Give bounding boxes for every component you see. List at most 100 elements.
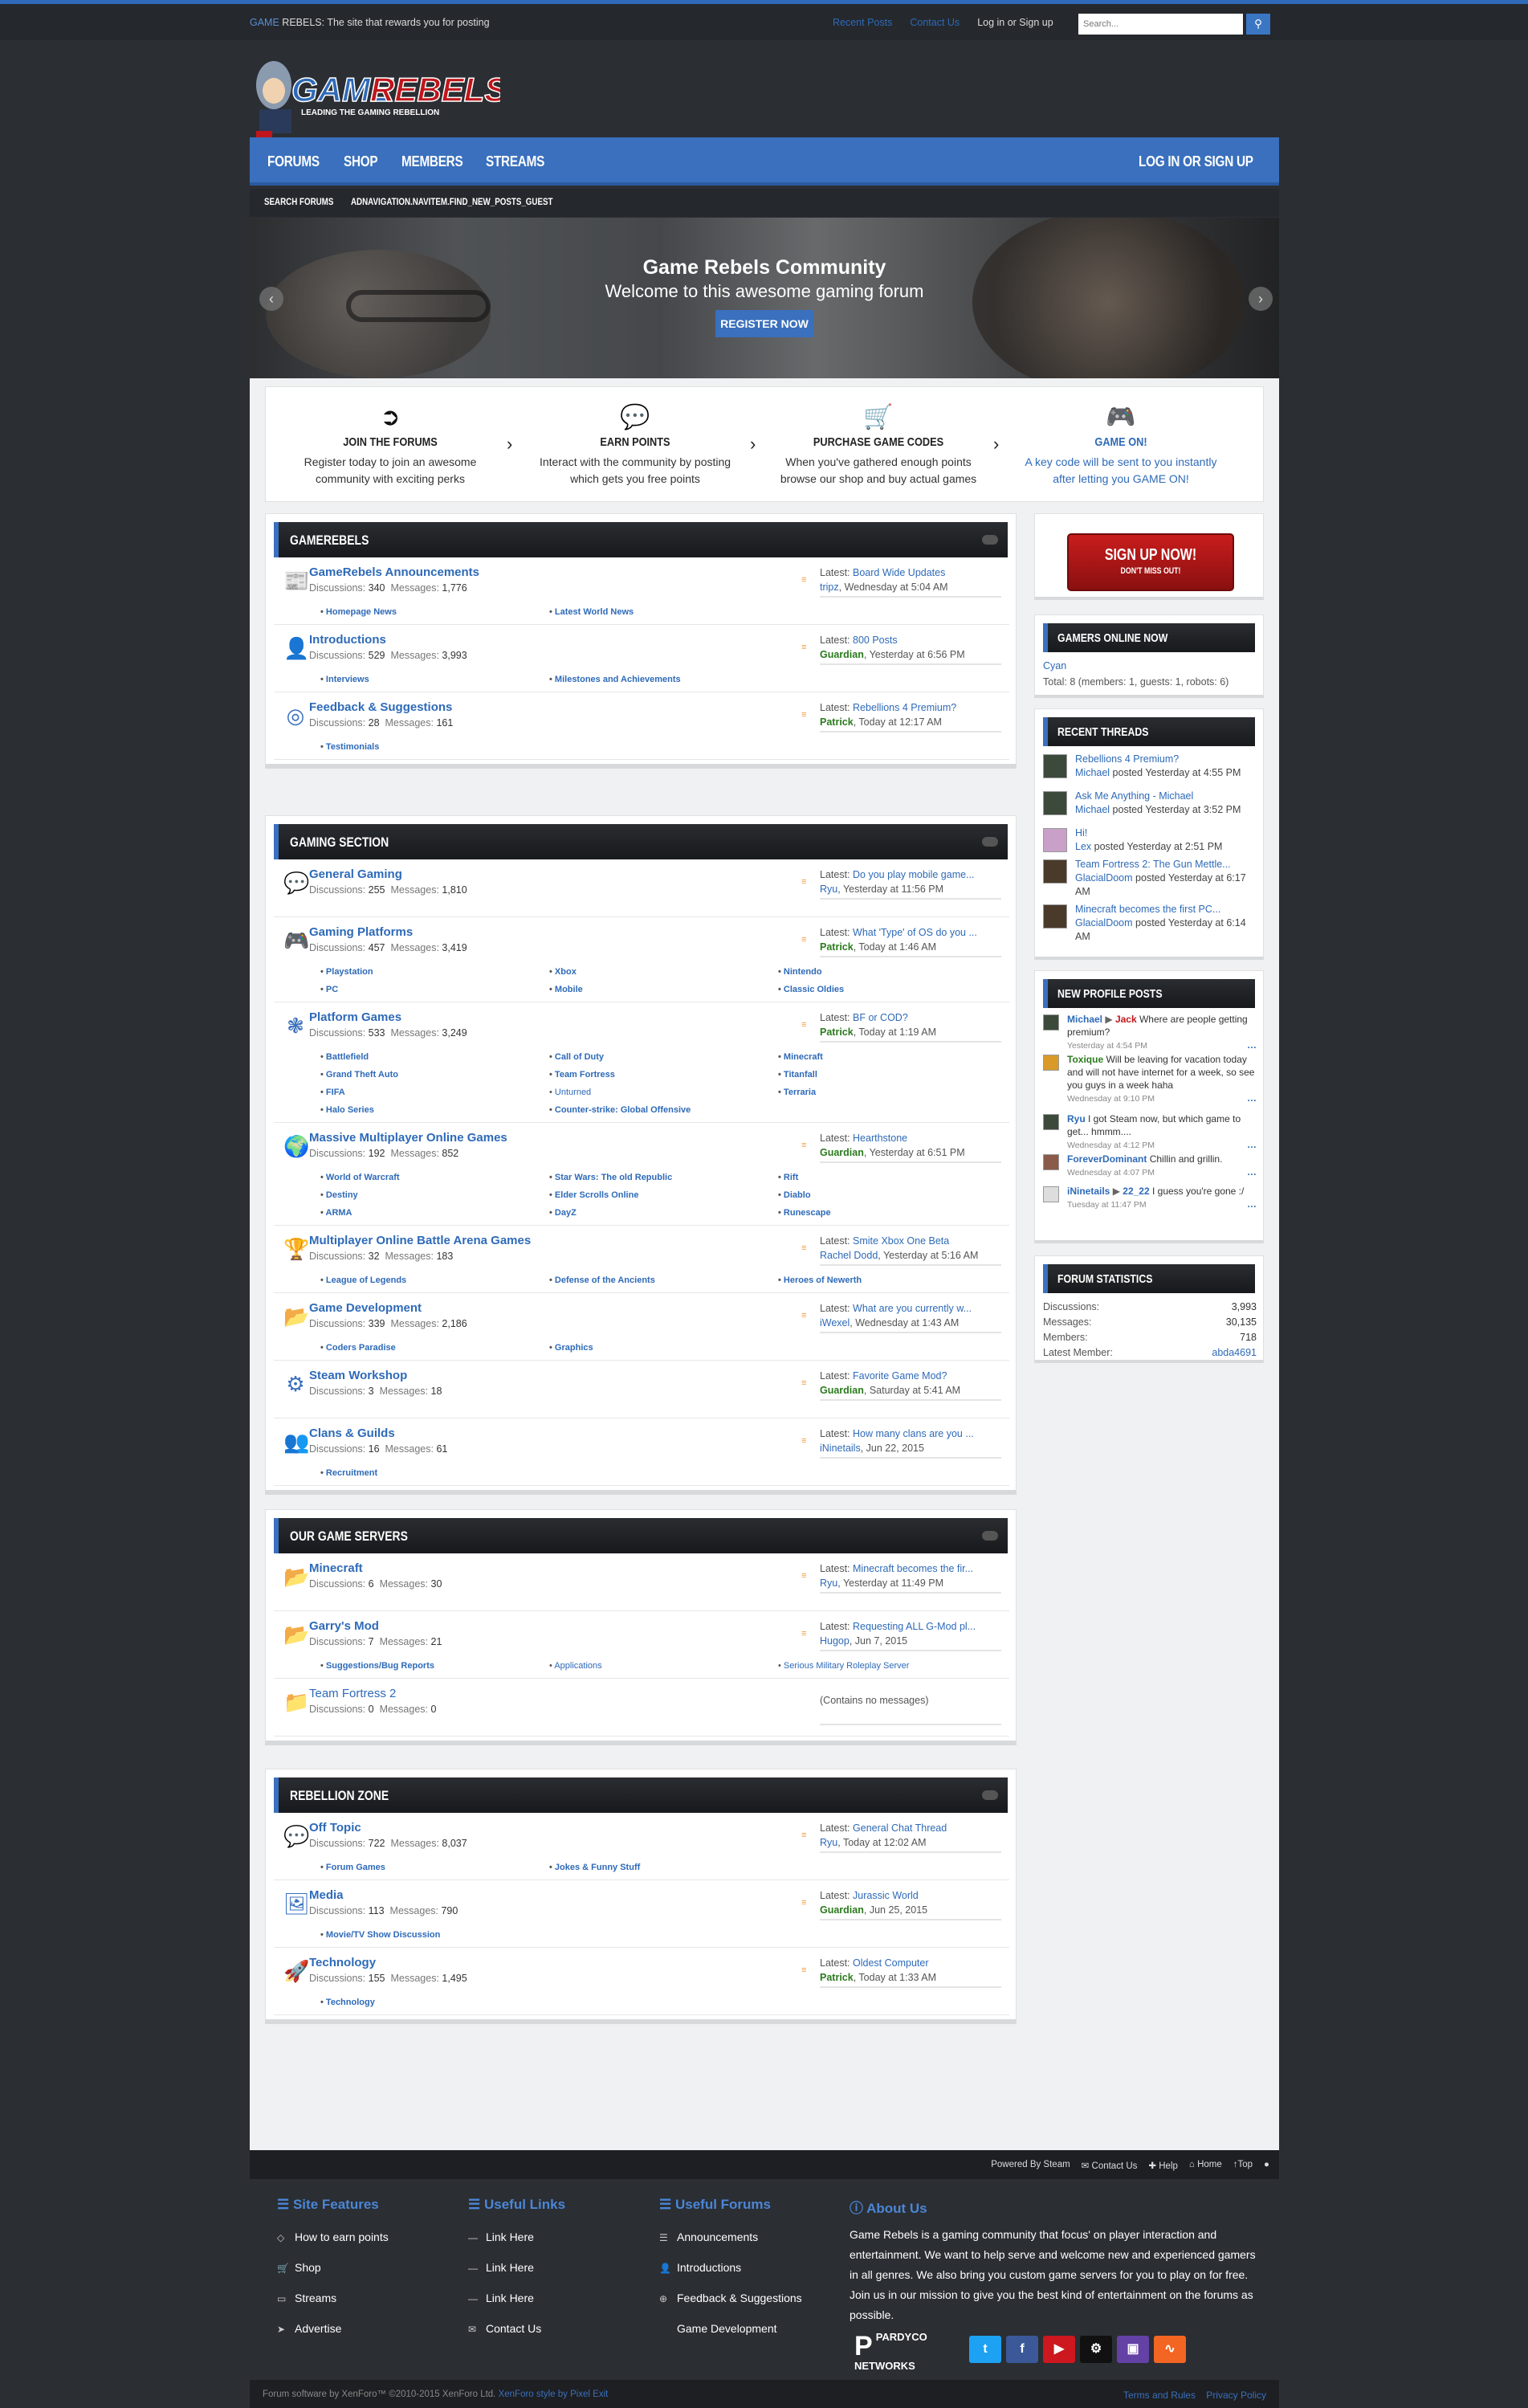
subforum-link[interactable]: DayZ xyxy=(549,1208,577,1218)
subforum-link[interactable]: Unturned xyxy=(549,1088,591,1097)
subforum-link[interactable]: Rift xyxy=(778,1173,798,1182)
nav-streams[interactable]: STREAMS xyxy=(486,153,544,170)
avatar[interactable] xyxy=(1043,1186,1059,1202)
forum-title-link[interactable]: Introductions xyxy=(309,633,386,647)
forum-title-link[interactable]: Technology xyxy=(309,1956,376,1969)
subforum-link[interactable]: World of Warcraft xyxy=(320,1173,400,1182)
collapse-toggle-icon[interactable] xyxy=(982,1531,998,1541)
latest-user-link[interactable]: Patrick xyxy=(820,1972,854,1983)
rss-icon[interactable]: ≡ xyxy=(801,1830,809,1840)
more-options-icon[interactable]: … xyxy=(1247,1039,1257,1051)
subnav-find-new-posts[interactable]: ADNAVIGATION.NAVITEM.FIND_NEW_POSTS_GUES… xyxy=(351,198,552,207)
facebook-icon[interactable]: f xyxy=(1006,2336,1038,2363)
subforum-link[interactable]: Team Fortress xyxy=(549,1070,615,1080)
nav-login-signup[interactable]: LOG IN OR SIGN UP xyxy=(1139,153,1253,170)
search-input[interactable] xyxy=(1078,14,1243,35)
thread-title-link[interactable]: Hi! xyxy=(1075,827,1087,839)
bottom-contact[interactable]: ✉ Contact Us xyxy=(1082,2160,1138,2171)
rss-icon[interactable]: ≡ xyxy=(801,1965,809,1975)
subforum-link[interactable]: Terraria xyxy=(778,1088,816,1097)
subforum-link[interactable]: Destiny xyxy=(320,1190,358,1200)
subforum-link[interactable]: Grand Theft Auto xyxy=(320,1070,398,1080)
subforum-link[interactable]: Homepage News xyxy=(320,607,397,617)
forum-title-link[interactable]: Feedback & Suggestions xyxy=(309,700,452,714)
avatar[interactable] xyxy=(1043,904,1067,929)
rss-icon[interactable]: ≡ xyxy=(801,1141,809,1150)
avatar[interactable] xyxy=(1043,828,1067,852)
latest-user-link[interactable]: Guardian xyxy=(820,1385,864,1396)
profile-post-user[interactable]: Toxique xyxy=(1067,1054,1103,1065)
latest-user-link[interactable]: Ryu xyxy=(820,1837,837,1848)
login-link[interactable]: Log in or Sign up xyxy=(977,17,1053,28)
rss-icon[interactable]: ≡ xyxy=(801,877,809,887)
collapse-toggle-icon[interactable] xyxy=(982,535,998,545)
slider-prev-icon[interactable]: ‹ xyxy=(259,287,283,311)
forum-title-link[interactable]: GameRebels Announcements xyxy=(309,565,479,579)
thread-user-link[interactable]: GlacialDoom xyxy=(1075,872,1133,884)
latest-thread-link[interactable]: 800 Posts xyxy=(853,635,898,646)
footer-link[interactable]: ▭ Streams xyxy=(277,2292,389,2304)
latest-thread-link[interactable]: Do you play mobile game... xyxy=(853,869,974,880)
thread-user-link[interactable]: Lex xyxy=(1075,841,1091,852)
bottom-home[interactable]: ⌂ Home xyxy=(1189,2160,1222,2171)
subforum-link[interactable]: Graphics xyxy=(549,1343,593,1353)
style-credit-link[interactable]: XenForo style by Pixel Exit xyxy=(499,2390,609,2399)
nav-members[interactable]: MEMBERS xyxy=(401,153,463,170)
profile-post-target[interactable]: Jack xyxy=(1115,1014,1137,1025)
profile-post-user[interactable]: Ryu xyxy=(1067,1113,1086,1124)
rss-icon[interactable]: ● xyxy=(1264,2160,1269,2171)
subforum-link[interactable]: Elder Scrolls Online xyxy=(549,1190,639,1200)
more-options-icon[interactable]: … xyxy=(1247,1198,1257,1210)
thread-title-link[interactable]: Team Fortress 2: The Gun Mettle... xyxy=(1075,859,1231,870)
forum-title-link[interactable]: Minecraft xyxy=(309,1561,363,1575)
latest-user-link[interactable]: Patrick xyxy=(820,1026,854,1038)
rss-icon[interactable]: ≡ xyxy=(801,1020,809,1030)
thread-user-link[interactable]: Michael xyxy=(1075,767,1110,778)
latest-user-link[interactable]: Patrick xyxy=(820,716,854,728)
forum-title-link[interactable]: Garry's Mod xyxy=(309,1619,379,1633)
latest-user-link[interactable]: Ryu xyxy=(820,1577,837,1589)
footer-link[interactable]: ⊕ Feedback & Suggestions xyxy=(659,2292,802,2304)
subforum-link[interactable]: Latest World News xyxy=(549,607,634,617)
latest-user-link[interactable]: Hugop xyxy=(820,1635,850,1647)
latest-thread-link[interactable]: Requesting ALL G-Mod pl... xyxy=(853,1621,976,1632)
profile-post-target[interactable]: 22_22 xyxy=(1123,1186,1149,1197)
footer-link[interactable]: — Link Here xyxy=(468,2261,565,2274)
profile-post-user[interactable]: ForeverDominant xyxy=(1067,1153,1147,1165)
recent-posts-link[interactable]: Recent Posts xyxy=(833,17,892,28)
collapse-toggle-icon[interactable] xyxy=(982,1790,998,1800)
subforum-link[interactable]: Movie/TV Show Discussion xyxy=(320,1930,440,1940)
avatar[interactable] xyxy=(1043,859,1067,884)
latest-user-link[interactable]: Patrick xyxy=(820,941,854,953)
latest-thread-link[interactable]: Rebellions 4 Premium? xyxy=(853,702,956,713)
category-header[interactable]: GAMEREBELS xyxy=(274,522,1008,557)
rss-icon[interactable]: ≡ xyxy=(801,1571,809,1581)
subforum-link[interactable]: Runescape xyxy=(778,1208,831,1218)
latest-thread-link[interactable]: Favorite Game Mod? xyxy=(853,1370,947,1382)
contact-us-link[interactable]: Contact Us xyxy=(910,17,960,28)
thread-user-link[interactable]: Michael xyxy=(1075,804,1110,815)
footer-link[interactable]: ➤ Advertise xyxy=(277,2322,389,2335)
nav-forums[interactable]: FORUMS xyxy=(267,153,320,170)
subforum-link[interactable]: Serious Military Roleplay Server xyxy=(778,1661,910,1671)
footer-link[interactable]: 🛒 Shop xyxy=(277,2261,389,2274)
thread-title-link[interactable]: Rebellions 4 Premium? xyxy=(1075,753,1179,765)
latest-user-link[interactable]: iWexel xyxy=(820,1317,850,1328)
thread-title-link[interactable]: Minecraft becomes the first PC... xyxy=(1075,904,1220,915)
slider-next-icon[interactable]: › xyxy=(1249,287,1273,311)
avatar[interactable] xyxy=(1043,1114,1059,1130)
footer-link[interactable]: ✉ Contact Us xyxy=(468,2322,565,2335)
forum-title-link[interactable]: Off Topic xyxy=(309,1821,361,1835)
subforum-link[interactable]: Call of Duty xyxy=(549,1052,604,1062)
footer-link[interactable]: Game Development xyxy=(659,2322,802,2335)
subforum-link[interactable]: Titanfall xyxy=(778,1070,817,1080)
pardyco-logo[interactable]: P PARDYCO NETWORKS xyxy=(854,2332,927,2372)
subforum-link[interactable]: Xbox xyxy=(549,967,577,977)
subforum-link[interactable]: Milestones and Achievements xyxy=(549,675,681,684)
rss-icon[interactable]: ≡ xyxy=(801,1378,809,1388)
rss-icon[interactable]: ≡ xyxy=(801,1311,809,1320)
rss-icon[interactable]: ≡ xyxy=(801,710,809,720)
latest-user-link[interactable]: iNinetails xyxy=(820,1443,861,1454)
bottom-help[interactable]: ✚ Help xyxy=(1148,2160,1178,2171)
thread-title-link[interactable]: Ask Me Anything - Michael xyxy=(1075,790,1193,802)
